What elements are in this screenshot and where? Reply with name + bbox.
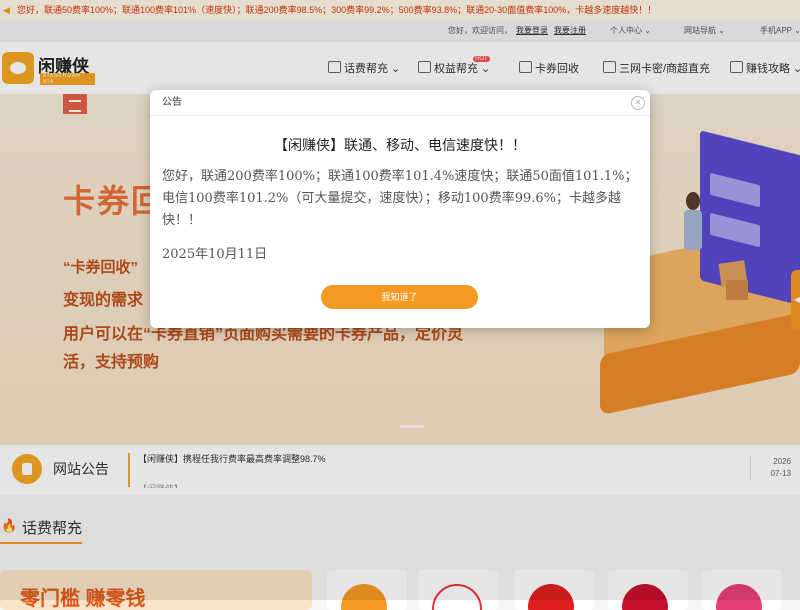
acknowledge-button[interactable]: 我知道了	[321, 285, 478, 309]
modal-title: 【闲赚侠】联通、移动、电信速度快！！	[274, 138, 526, 154]
modal-date: 2025年10月11日	[162, 247, 268, 262]
modal-header-title: 公告	[162, 97, 182, 108]
announcement-modal: 公告 × 【闲赚侠】联通、移动、电信速度快！！ 您好，联通200费率100%；联…	[150, 90, 650, 328]
modal-header: 公告 ×	[150, 90, 650, 116]
modal-body: 您好，联通200费率100%；联通100费率101.4%速度快；联通50面值10…	[162, 169, 638, 228]
close-icon[interactable]: ×	[631, 96, 645, 110]
